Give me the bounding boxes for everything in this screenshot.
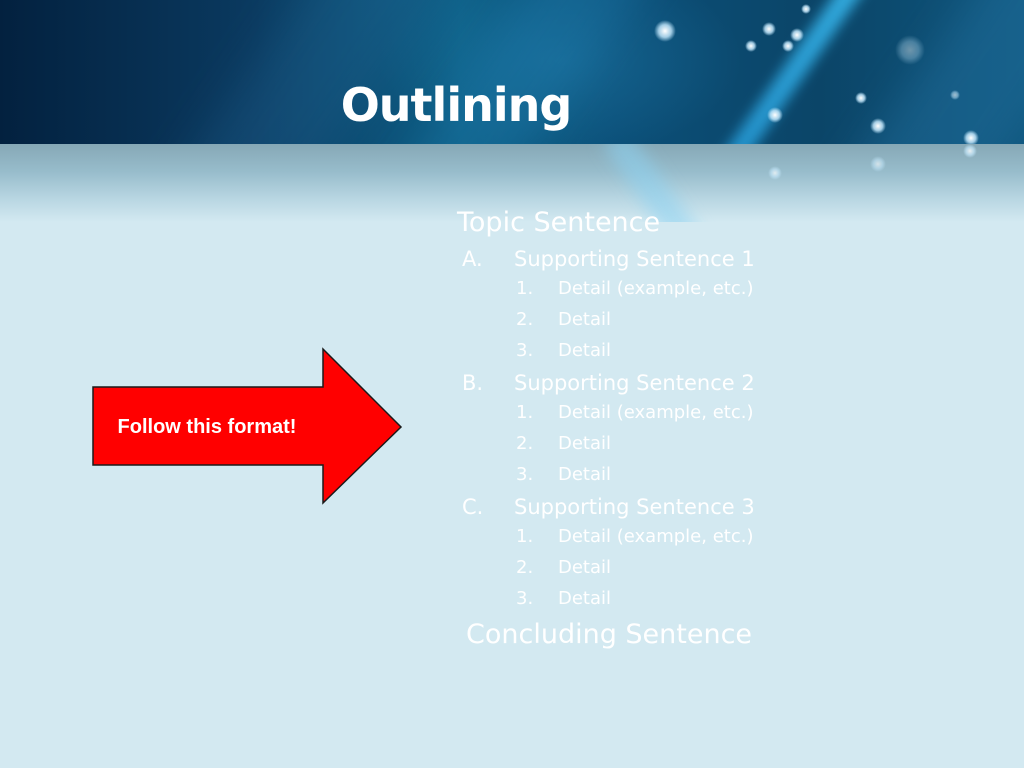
detail-marker: 3. — [516, 588, 534, 609]
star-sparkle-decoration — [654, 20, 676, 42]
detail-item: 1. Detail (example, etc.) — [457, 274, 754, 305]
section-marker: B. — [462, 371, 484, 395]
detail-item: 1. Detail (example, etc.) — [457, 522, 754, 553]
detail-text: Detail — [558, 557, 612, 578]
slide-title: Outlining — [340, 78, 573, 132]
detail-text: Detail — [558, 340, 612, 361]
star-sparkle-decoration — [762, 22, 776, 36]
star-sparkle-decoration — [950, 90, 960, 100]
detail-item: 2. Detail — [457, 305, 752, 336]
star-sparkle-decoration — [895, 35, 925, 65]
outline-section: B. Supporting Sentence 2 1. Detail (exam… — [457, 367, 755, 491]
outline-list: Topic Sentence A. Supporting Sentence 1 … — [457, 203, 755, 655]
detail-marker: 2. — [516, 433, 534, 454]
detail-text: Detail — [558, 464, 612, 485]
detail-item: 3. Detail — [457, 584, 752, 615]
detail-text: Detail (example, etc.) — [558, 278, 754, 299]
star-sparkle-decoration — [801, 4, 811, 14]
star-sparkle-decoration — [963, 144, 977, 158]
detail-marker: 3. — [516, 464, 534, 485]
detail-item: 1. Detail (example, etc.) — [457, 398, 754, 429]
callout-label: Follow this format! — [117, 415, 297, 438]
detail-text: Detail — [558, 433, 612, 454]
star-sparkle-decoration — [963, 130, 979, 144]
detail-item: 2. Detail — [457, 553, 752, 584]
supporting-sentence: C. Supporting Sentence 3 — [457, 491, 755, 522]
supporting-sentence-text: Supporting Sentence 3 — [514, 495, 755, 519]
star-sparkle-decoration — [745, 40, 757, 52]
detail-text: Detail — [558, 309, 612, 330]
detail-text: Detail (example, etc.) — [558, 526, 754, 547]
star-sparkle-decoration — [790, 28, 804, 42]
star-sparkle-decoration — [782, 40, 794, 52]
detail-text: Detail — [558, 588, 612, 609]
section-marker: C. — [462, 495, 484, 519]
supporting-sentence-text: Supporting Sentence 2 — [514, 371, 755, 395]
detail-marker: 2. — [516, 309, 534, 330]
star-sparkle-decoration — [870, 156, 886, 172]
detail-marker: 1. — [516, 526, 534, 547]
detail-marker: 1. — [516, 402, 534, 423]
detail-marker: 3. — [516, 340, 534, 361]
section-marker: A. — [462, 247, 483, 271]
supporting-sentence: B. Supporting Sentence 2 — [457, 367, 755, 398]
detail-marker: 2. — [516, 557, 534, 578]
slide: Outlining Follow this format! Topic Sent… — [0, 0, 1024, 768]
outline-section: A. Supporting Sentence 1 1. Detail (exam… — [457, 243, 755, 367]
star-sparkle-decoration — [768, 166, 782, 180]
topic-sentence: Topic Sentence — [457, 207, 661, 238]
detail-marker: 1. — [516, 278, 534, 299]
detail-item: 3. Detail — [457, 460, 752, 491]
detail-item: 3. Detail — [457, 336, 752, 367]
supporting-sentence-text: Supporting Sentence 1 — [514, 247, 755, 271]
detail-text: Detail (example, etc.) — [558, 402, 754, 423]
supporting-sentence: A. Supporting Sentence 1 — [457, 243, 755, 274]
concluding-sentence: Concluding Sentence — [466, 619, 753, 650]
detail-item: 2. Detail — [457, 429, 752, 460]
outline-section: C. Supporting Sentence 3 1. Detail (exam… — [457, 491, 755, 615]
